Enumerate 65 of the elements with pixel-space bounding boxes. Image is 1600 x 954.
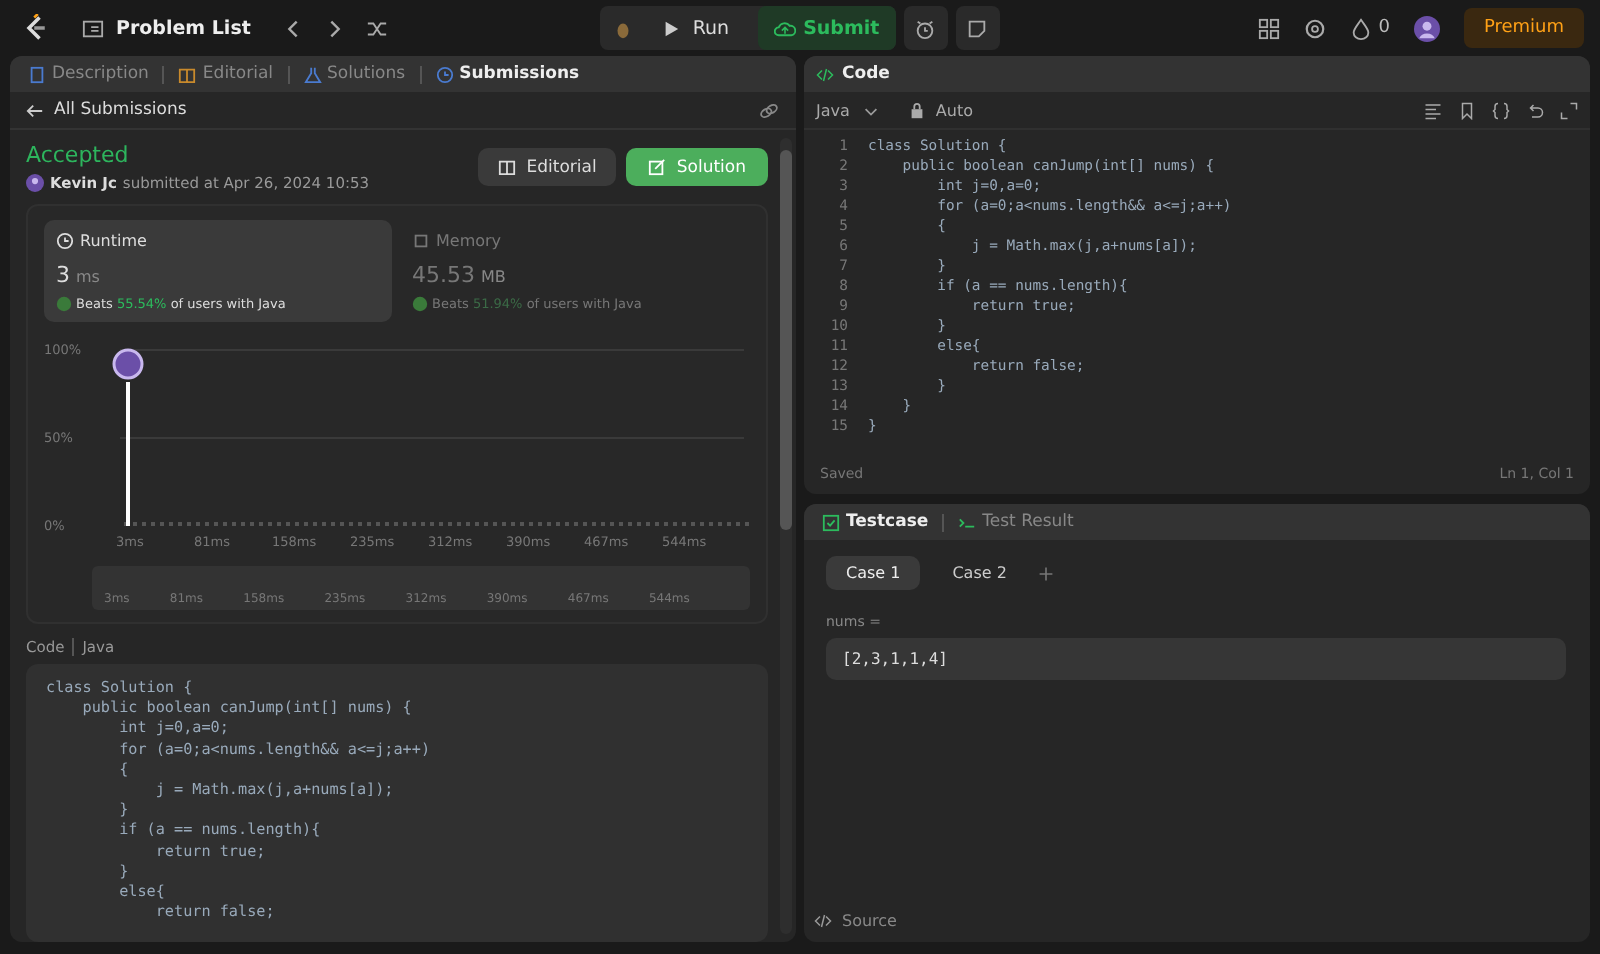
history-icon [435, 65, 454, 83]
panel-title: Code [842, 64, 890, 84]
panel-tab[interactable]: Testcase [816, 512, 935, 532]
avatar-marker [112, 348, 144, 380]
alarm-clock-icon [914, 17, 937, 39]
expand-icon[interactable] [1560, 101, 1578, 119]
panel-tab[interactable]: Description [22, 64, 155, 84]
play-icon [662, 19, 681, 37]
braces-icon[interactable] [1492, 101, 1510, 119]
avatar-icon [26, 174, 44, 192]
editorial-button[interactable]: Editorial [478, 148, 617, 186]
language-dropdown[interactable]: Java [816, 101, 880, 119]
document-icon [28, 65, 46, 83]
back-link[interactable]: All Submissions [26, 100, 187, 120]
status-label: Accepted [26, 142, 131, 168]
problem-list-link[interactable]: Problem List [116, 17, 251, 39]
parameter-input[interactable]: [2,3,1,1,4] [826, 638, 1566, 680]
add-icon[interactable] [1038, 565, 1055, 581]
stat-title: Memory [436, 232, 502, 250]
bookmark-icon[interactable] [1458, 101, 1476, 119]
note-icon [966, 17, 989, 39]
undo-icon[interactable] [1526, 101, 1544, 119]
mode-label: Auto [935, 101, 973, 119]
lock-icon [907, 101, 926, 119]
stat-title: Runtime [80, 232, 147, 250]
case-tab[interactable]: Case 1 [826, 556, 921, 590]
link-icon[interactable] [758, 99, 780, 121]
stat-unit: ms [76, 268, 100, 286]
case-tab[interactable]: Case 2 [932, 556, 1027, 590]
code-icon [814, 912, 832, 930]
checkbox-icon [822, 513, 840, 531]
panel-tab[interactable]: Solutions [297, 64, 412, 84]
grid-icon[interactable] [1258, 17, 1281, 39]
shuffle-icon[interactable] [366, 17, 389, 39]
cloud-upload-icon [773, 17, 796, 39]
notes-button[interactable] [955, 6, 1000, 50]
scrollbar[interactable] [780, 138, 792, 934]
arrow-left-icon [26, 101, 44, 119]
code-icon [816, 65, 834, 83]
marker-line [126, 382, 130, 526]
avatar-icon[interactable] [1413, 15, 1440, 41]
flask-icon [303, 65, 322, 83]
panel-tab[interactable]: Editorial [172, 64, 280, 84]
badge-icon [56, 296, 72, 312]
premium-button[interactable]: Premium [1463, 8, 1585, 48]
panel-tab[interactable]: Test Result [952, 512, 1080, 532]
settings-icon[interactable] [1304, 17, 1327, 39]
stat-value: 45.53 [412, 262, 475, 288]
edit-icon [648, 158, 667, 176]
stat-value: 3 [56, 262, 70, 288]
clock-icon [56, 232, 74, 250]
streak-count: 0 [1378, 18, 1390, 38]
list-icon[interactable] [82, 17, 104, 39]
timer-button[interactable] [903, 6, 948, 50]
terminal-icon [958, 513, 977, 531]
run-button[interactable]: Run [642, 6, 750, 50]
stat-unit: MB [481, 268, 506, 286]
book-icon [178, 65, 197, 83]
source-link[interactable]: Source [842, 912, 897, 930]
submit-button[interactable]: Submit [757, 6, 896, 50]
panel-tab[interactable]: Submissions [429, 64, 586, 84]
book-icon [498, 158, 517, 176]
logo-icon[interactable] [22, 14, 50, 42]
format-icon[interactable] [1424, 101, 1442, 119]
badge-icon [412, 296, 428, 312]
